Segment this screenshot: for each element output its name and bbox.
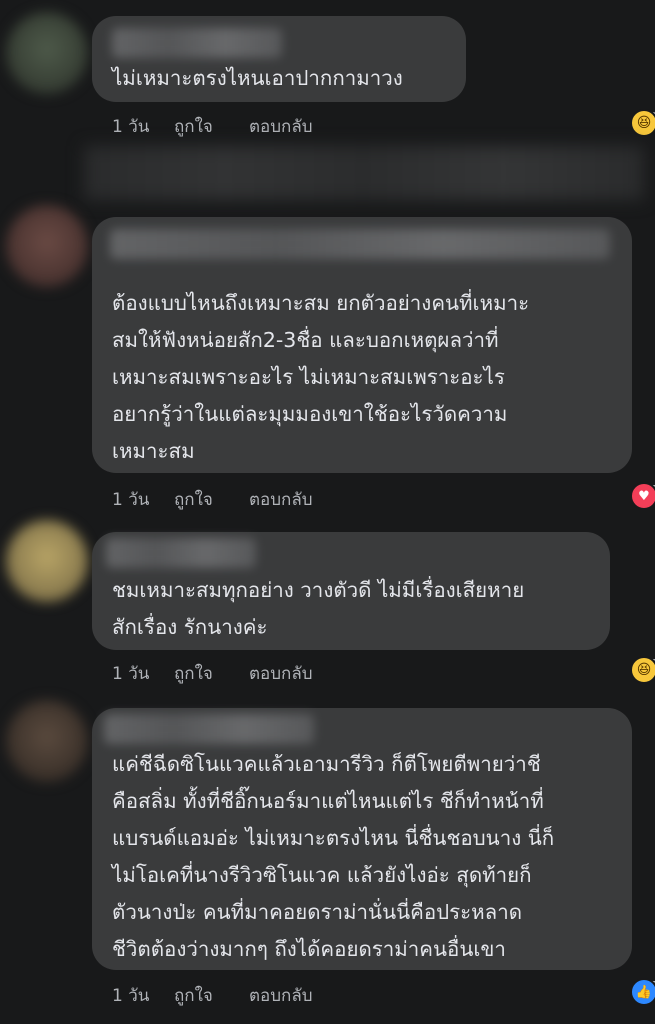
commenter-name-blurred[interactable]: [110, 229, 610, 259]
comment-text: ชมเหมาะสมทุกอย่าง วางตัวดี ไม่มีเรื่องเส…: [112, 578, 525, 639]
comment-actions: 1 วัน ถูกใจ ตอบกลับ 52 👍 😆: [112, 109, 655, 140]
love-icon: ♥: [630, 482, 655, 510]
avatar[interactable]: [6, 12, 88, 94]
comment-time[interactable]: 1 วัน: [112, 486, 149, 513]
comment-text: ไม่เหมาะตรงไหนเอาปากกามาวง: [112, 66, 403, 90]
reply-button[interactable]: ตอบกลับ: [249, 660, 313, 687]
comment-bubble: ไม่เหมาะตรงไหนเอาปากกามาวง: [92, 16, 466, 102]
comment-text: ต้องแบบไหนถึงเหมาะสม ยกตัวอย่างคนที่เหมา…: [112, 291, 530, 463]
like-button[interactable]: ถูกใจ: [174, 486, 213, 513]
avatar[interactable]: [6, 700, 88, 782]
avatar[interactable]: [6, 205, 88, 287]
commenter-name-blurred[interactable]: [106, 538, 256, 568]
comment-actions: 1 วัน ถูกใจ ตอบกลับ 16 👍 ♥: [112, 482, 655, 513]
reply-button[interactable]: ตอบกลับ: [249, 486, 313, 513]
comment-time[interactable]: 1 วัน: [112, 660, 149, 687]
comment-bubble: ชมเหมาะสมทุกอย่าง วางตัวดี ไม่มีเรื่องเส…: [92, 532, 610, 650]
commenter-name-blurred[interactable]: [112, 28, 282, 58]
commenter-name-blurred[interactable]: [104, 714, 314, 744]
like-icon: 👍: [630, 978, 655, 1006]
haha-icon: 😆: [630, 109, 655, 137]
haha-icon: 😆: [630, 656, 655, 684]
comment-bubble: แค่ชีฉีดซิโนแวคแล้วเอามารีวิว ก็ตีโพยตีพ…: [92, 708, 632, 970]
comment-text: แค่ชีฉีดซิโนแวคแล้วเอามารีวิว ก็ตีโพยตีพ…: [112, 752, 555, 961]
reply-button[interactable]: ตอบกลับ: [249, 982, 313, 1009]
reply-button[interactable]: ตอบกลับ: [249, 113, 313, 140]
comment-actions: 1 วัน ถูกใจ ตอบกลับ 55 👍 😆: [112, 656, 655, 687]
like-button[interactable]: ถูกใจ: [174, 982, 213, 1009]
blurred-content: [84, 146, 644, 200]
avatar[interactable]: [6, 520, 88, 602]
comment-time[interactable]: 1 วัน: [112, 113, 149, 140]
comment-actions: 1 วัน ถูกใจ ตอบกลับ 65 👍: [112, 978, 655, 1009]
like-button[interactable]: ถูกใจ: [174, 660, 213, 687]
comment-bubble: ต้องแบบไหนถึงเหมาะสม ยกตัวอย่างคนที่เหมา…: [92, 217, 632, 473]
like-button[interactable]: ถูกใจ: [174, 113, 213, 140]
comment-time[interactable]: 1 วัน: [112, 982, 149, 1009]
